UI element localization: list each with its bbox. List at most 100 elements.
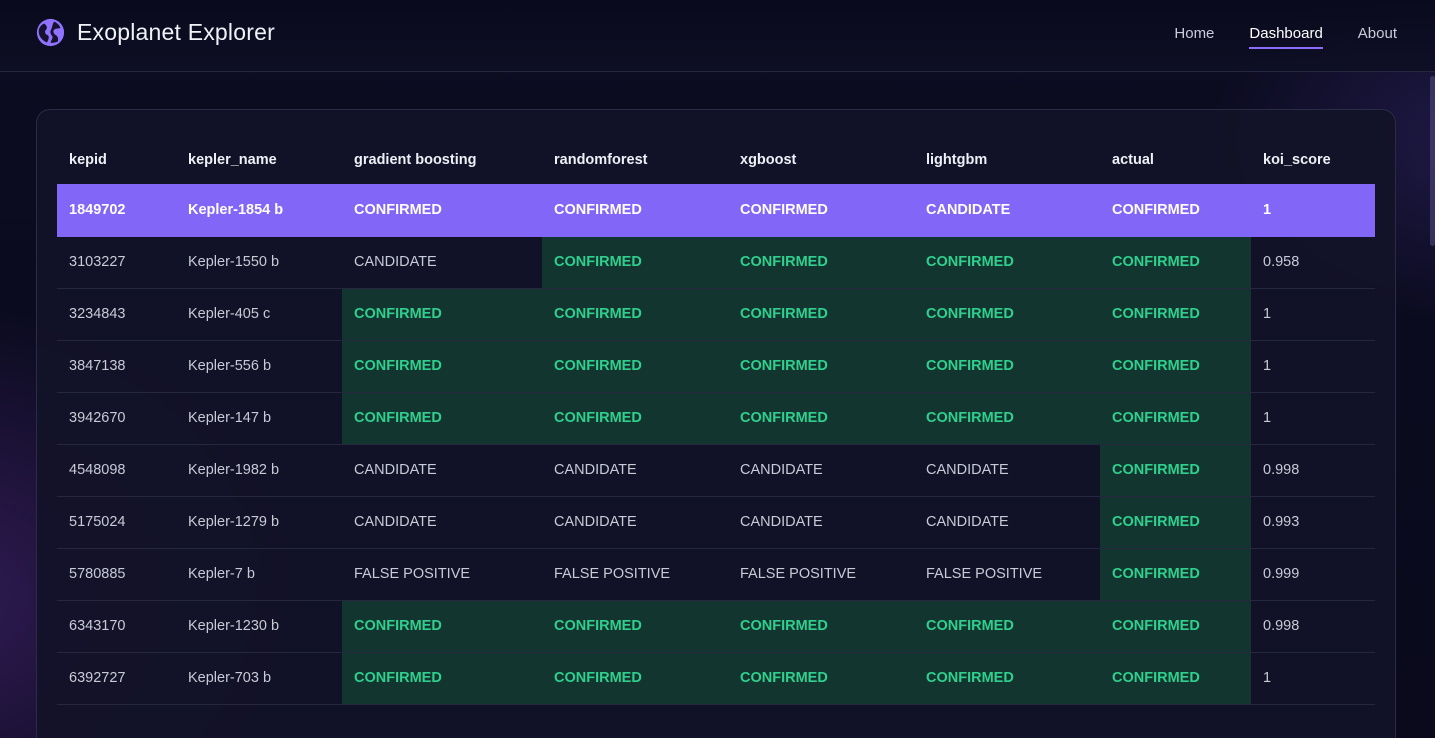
cell-gradient-boosting: CONFIRMED — [342, 392, 542, 445]
column-header-lightgbm[interactable]: lightgbm — [914, 136, 1100, 184]
table-row[interactable]: 3103227 Kepler-1550 b CANDIDATE CONFIRMED CO… — [57, 236, 1375, 289]
table-row[interactable]: 3234843 Kepler-405 c CONFIRMED CONFIRMED CON… — [57, 288, 1375, 341]
cell-lightgbm: CONFIRMED — [914, 392, 1100, 445]
cell-kepler-name: Kepler-1550 b — [176, 236, 342, 289]
cell-koi-score: 0.999 — [1251, 548, 1375, 601]
cell-randomforest: FALSE POSITIVE — [542, 548, 728, 601]
cell-kepid: 3942670 — [57, 392, 176, 445]
cell-xgboost: CONFIRMED — [728, 236, 914, 289]
nav-links: Home Dashboard About — [1139, 24, 1397, 49]
app-title: Exoplanet Explorer — [77, 19, 275, 45]
table-row[interactable]: 4548098 Kepler-1982 b CANDIDATE CANDIDATE CA… — [57, 444, 1375, 497]
cell-randomforest: CONFIRMED — [542, 236, 728, 289]
cell-lightgbm: CANDIDATE — [914, 444, 1100, 497]
cell-lightgbm: CONFIRMED — [914, 340, 1100, 393]
cell-kepler-name: Kepler-405 c — [176, 288, 342, 341]
cell-kepid: 5175024 — [57, 496, 176, 549]
cell-kepid: 5780885 — [57, 548, 176, 601]
table-row[interactable]: 6343170 Kepler-1230 b CONFIRMED CONFIRMED CO… — [57, 600, 1375, 653]
column-header-xgboost[interactable]: xgboost — [728, 136, 914, 184]
cell-actual: CONFIRMED — [1100, 288, 1251, 341]
predictions-table: kepid kepler_name gradient boosting rand… — [57, 136, 1375, 705]
cell-xgboost: CONFIRMED — [728, 392, 914, 445]
cell-kepler-name: Kepler-1230 b — [176, 600, 342, 653]
cell-kepid: 1849702 — [57, 184, 176, 237]
cell-gradient-boosting: CONFIRMED — [342, 184, 542, 237]
table-row[interactable]: 3847138 Kepler-556 b CONFIRMED CONFIRMED CON… — [57, 340, 1375, 393]
page-scrollbar[interactable] — [1430, 76, 1435, 246]
cell-lightgbm: CANDIDATE — [914, 184, 1100, 237]
cell-kepid: 3103227 — [57, 236, 176, 289]
table-row[interactable]: 5175024 Kepler-1279 b CANDIDATE CANDIDATE CA… — [57, 496, 1375, 549]
cell-kepler-name: Kepler-1854 b — [176, 184, 342, 237]
cell-kepler-name: Kepler-556 b — [176, 340, 342, 393]
nav-link-home[interactable]: Home — [1174, 24, 1214, 49]
cell-lightgbm: FALSE POSITIVE — [914, 548, 1100, 601]
cell-actual: CONFIRMED — [1100, 548, 1251, 601]
cell-koi-score: 1 — [1251, 652, 1375, 705]
cell-kepler-name: Kepler-1279 b — [176, 496, 342, 549]
table-row[interactable]: 1849702 Kepler-1854 b CONFIRMED CONFIRMED CO… — [57, 184, 1375, 237]
cell-koi-score: 0.958 — [1251, 236, 1375, 289]
cell-kepid: 3234843 — [57, 288, 176, 341]
cell-xgboost: CONFIRMED — [728, 288, 914, 341]
table-row[interactable]: 6392727 Kepler-703 b CONFIRMED CONFIRMED CON… — [57, 652, 1375, 705]
cell-kepler-name: Kepler-7 b — [176, 548, 342, 601]
column-header-koi-score[interactable]: koi_score — [1251, 136, 1375, 184]
column-header-kepler-name[interactable]: kepler_name — [176, 136, 342, 184]
brand[interactable]: Exoplanet Explorer — [36, 18, 275, 47]
top-navbar: Exoplanet Explorer Home Dashboard About — [0, 0, 1435, 72]
cell-koi-score: 1 — [1251, 340, 1375, 393]
nav-link-dashboard[interactable]: Dashboard — [1249, 24, 1323, 49]
cell-actual: CONFIRMED — [1100, 236, 1251, 289]
cell-gradient-boosting: CONFIRMED — [342, 288, 542, 341]
cell-kepid: 6392727 — [57, 652, 176, 705]
cell-koi-score: 0.998 — [1251, 444, 1375, 497]
cell-gradient-boosting: CONFIRMED — [342, 600, 542, 653]
cell-kepler-name: Kepler-147 b — [176, 392, 342, 445]
nav-link-about[interactable]: About — [1358, 24, 1397, 49]
cell-lightgbm: CONFIRMED — [914, 236, 1100, 289]
cell-xgboost: CONFIRMED — [728, 184, 914, 237]
cell-koi-score: 1 — [1251, 392, 1375, 445]
cell-randomforest: CONFIRMED — [542, 340, 728, 393]
column-header-actual[interactable]: actual — [1100, 136, 1251, 184]
cell-xgboost: CONFIRMED — [728, 652, 914, 705]
cell-actual: CONFIRMED — [1100, 652, 1251, 705]
cell-actual: CONFIRMED — [1100, 184, 1251, 237]
cell-randomforest: CONFIRMED — [542, 288, 728, 341]
cell-xgboost: CANDIDATE — [728, 444, 914, 497]
cell-koi-score: 0.998 — [1251, 600, 1375, 653]
cell-randomforest: CANDIDATE — [542, 444, 728, 497]
cell-kepler-name: Kepler-703 b — [176, 652, 342, 705]
cell-kepid: 6343170 — [57, 600, 176, 653]
column-header-kepid[interactable]: kepid — [57, 136, 176, 184]
cell-randomforest: CONFIRMED — [542, 392, 728, 445]
table-row[interactable]: 5780885 Kepler-7 b FALSE POSITIVE FALSE POS… — [57, 548, 1375, 601]
globe-icon — [36, 18, 65, 47]
cell-gradient-boosting: CANDIDATE — [342, 236, 542, 289]
cell-lightgbm: CONFIRMED — [914, 288, 1100, 341]
cell-lightgbm: CONFIRMED — [914, 652, 1100, 705]
cell-kepler-name: Kepler-1982 b — [176, 444, 342, 497]
cell-xgboost: CANDIDATE — [728, 496, 914, 549]
cell-gradient-boosting: CANDIDATE — [342, 496, 542, 549]
cell-actual: CONFIRMED — [1100, 600, 1251, 653]
cell-xgboost: FALSE POSITIVE — [728, 548, 914, 601]
cell-lightgbm: CONFIRMED — [914, 600, 1100, 653]
table-row[interactable]: 3942670 Kepler-147 b CONFIRMED CONFIRMED CON… — [57, 392, 1375, 445]
cell-randomforest: CANDIDATE — [542, 496, 728, 549]
cell-actual: CONFIRMED — [1100, 392, 1251, 445]
cell-actual: CONFIRMED — [1100, 444, 1251, 497]
cell-gradient-boosting: CANDIDATE — [342, 444, 542, 497]
cell-kepid: 4548098 — [57, 444, 176, 497]
cell-xgboost: CONFIRMED — [728, 340, 914, 393]
predictions-table-card: kepid kepler_name gradient boosting rand… — [36, 109, 1396, 738]
cell-koi-score: 1 — [1251, 184, 1375, 237]
cell-actual: CONFIRMED — [1100, 340, 1251, 393]
column-header-randomforest[interactable]: randomforest — [542, 136, 728, 184]
table-body: 1849702 Kepler-1854 b CONFIRMED CONFIRMED CO… — [57, 184, 1375, 705]
cell-gradient-boosting: CONFIRMED — [342, 652, 542, 705]
column-header-gradient-boosting[interactable]: gradient boosting — [342, 136, 542, 184]
cell-gradient-boosting: FALSE POSITIVE — [342, 548, 542, 601]
